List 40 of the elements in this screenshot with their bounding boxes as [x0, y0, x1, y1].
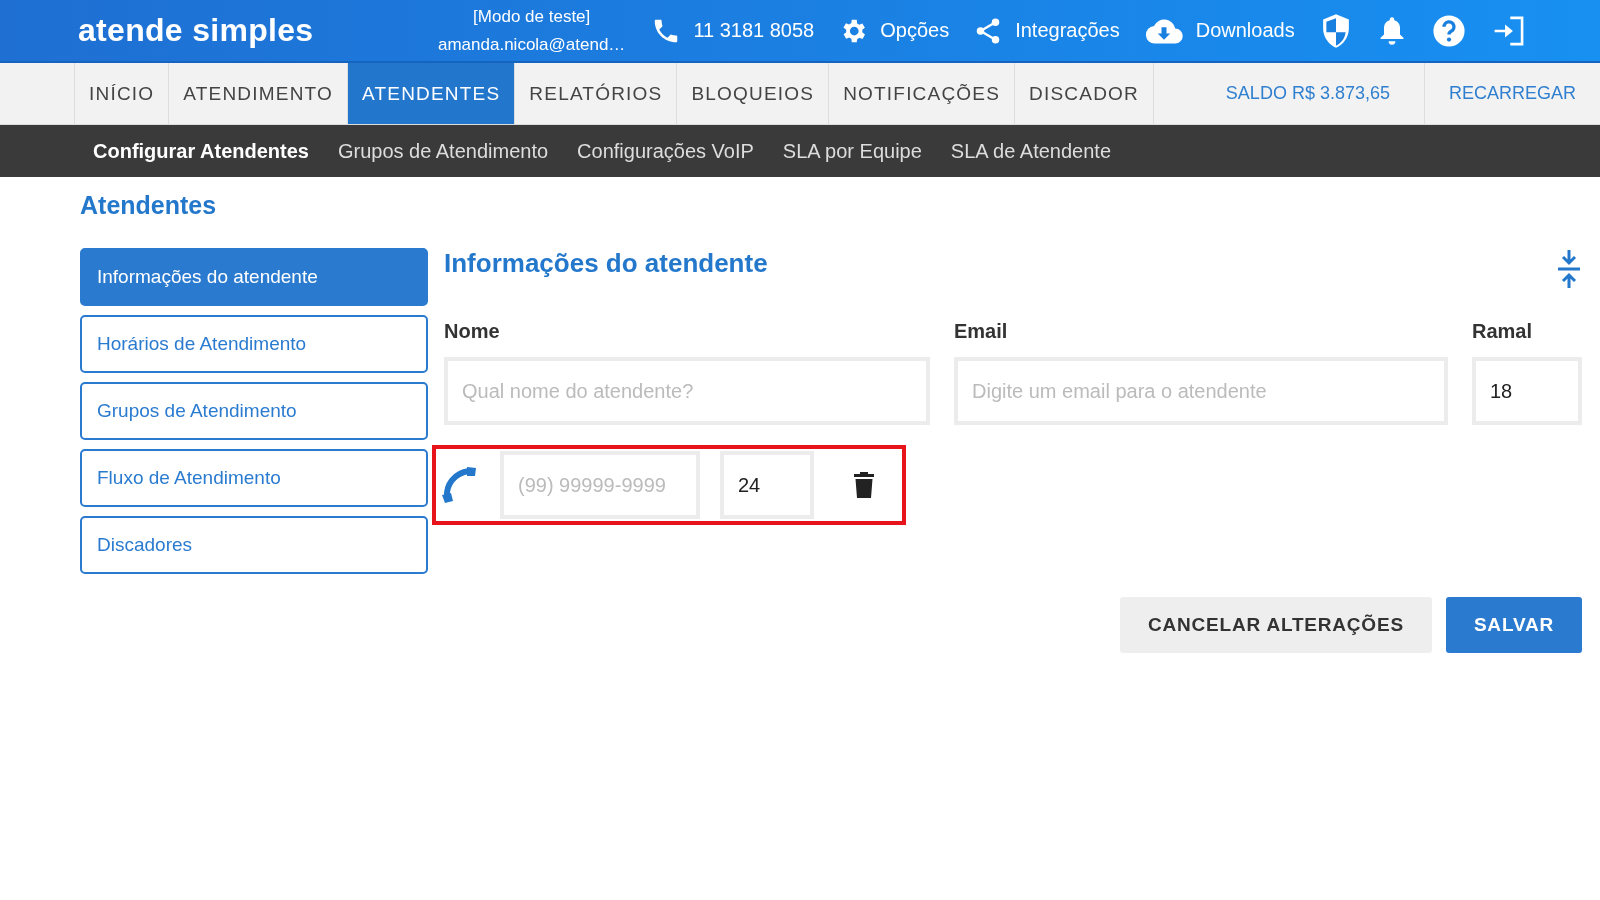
section-title: Informações do atendente — [444, 248, 768, 279]
nav-tab[interactable]: NOTIFICAÇÕES — [828, 63, 1015, 124]
save-button[interactable]: SALVAR — [1445, 597, 1582, 653]
subnav-link[interactable]: Configurações VoIP — [577, 139, 754, 163]
input-field[interactable]: Digite um email para o atendente — [954, 357, 1448, 425]
input-field[interactable]: 18 — [1472, 357, 1582, 425]
logo[interactable]: atende simples — [78, 12, 438, 49]
header-link[interactable]: 11 3181 8058 — [651, 15, 815, 46]
page-title: Atendentes — [80, 191, 218, 220]
sidebar-item[interactable]: Horários de Atendimento — [80, 315, 428, 373]
subnav-link[interactable]: Grupos de Atendimento — [337, 139, 549, 163]
field-label: Nome — [444, 320, 501, 343]
recharge-link[interactable]: RECARREGAR — [1423, 63, 1600, 124]
nav-tab[interactable]: RELATÓRIOS — [514, 63, 677, 124]
subnav-link[interactable]: SLA de Atendente — [950, 139, 1111, 163]
user-email: amanda.nicola@atend… — [438, 33, 626, 56]
subnav-link[interactable]: Configurar Atendentes — [93, 139, 309, 163]
header-link[interactable]: Integrações — [973, 15, 1120, 46]
field-label: Email — [954, 320, 1009, 343]
sidebar-item[interactable]: Grupos de Atendimento — [80, 382, 428, 440]
header-link[interactable]: Downloads — [1143, 15, 1295, 46]
nav-tab[interactable]: INÍCIO — [74, 63, 169, 124]
sidebar-item[interactable]: Fluxo de Atendimento — [80, 449, 428, 507]
sidebar-item[interactable]: Discadores — [80, 516, 428, 574]
field-label: Ramal — [1472, 320, 1534, 343]
balance-link[interactable]: SALDO R$ 3.873,65 — [1201, 63, 1424, 124]
test-mode-label: [Modo de teste] — [473, 5, 591, 28]
phone-field[interactable]: (99) 99999-9999 — [500, 451, 700, 519]
header-link[interactable]: Opções — [838, 15, 950, 46]
extension-field[interactable]: 24 — [720, 451, 814, 519]
help-icon[interactable] — [1431, 13, 1466, 48]
nav-tab[interactable]: DISCADOR — [1014, 63, 1153, 124]
input-field[interactable]: Qual nome do atendente? — [444, 357, 930, 425]
trash-icon[interactable] — [854, 472, 874, 498]
cancel-button[interactable]: CANCELAR ALTERAÇÕES — [1120, 597, 1432, 653]
sidebar-item[interactable]: Informações do atendente — [80, 248, 428, 306]
collapse-icon[interactable] — [1556, 250, 1582, 288]
subnav-link[interactable]: SLA por Equipe — [782, 139, 922, 163]
nav-tab[interactable]: BLOQUEIOS — [676, 63, 829, 124]
nav-tab[interactable]: ATENDENTES — [347, 63, 515, 124]
